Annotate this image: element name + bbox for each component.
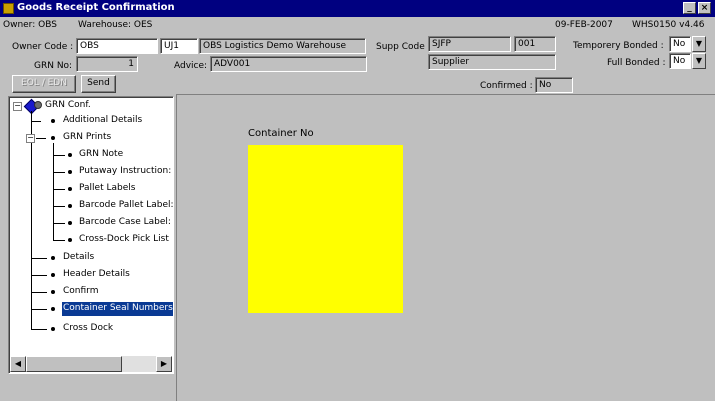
full-bonded-value: No	[669, 53, 691, 69]
supp-code-field: SJFP	[428, 36, 511, 52]
tree-item-pallet-labels[interactable]: Pallet Labels	[78, 182, 136, 196]
collapse-icon[interactable]: −	[26, 134, 35, 143]
supplier-field: Supplier	[428, 54, 556, 70]
temp-bonded-label: Temporery Bonded :	[573, 41, 664, 51]
date-info: 09-FEB-2007	[555, 20, 613, 30]
container-no-box[interactable]	[248, 145, 403, 313]
grn-no-field: 1	[76, 56, 138, 72]
full-bonded-label: Full Bonded :	[607, 58, 666, 68]
tree-item-putaway-instruction[interactable]: Putaway Instruction:	[78, 165, 172, 179]
info-bar: Owner: OBS Warehouse: OES 09-FEB-2007 WH…	[0, 17, 715, 34]
bullet-icon	[51, 307, 55, 311]
bullet-icon	[68, 204, 72, 208]
bullet-icon	[51, 327, 55, 331]
tree-branch	[53, 240, 65, 241]
advice-label: Advice:	[174, 61, 208, 71]
tree-branch	[31, 258, 47, 259]
tree-branch	[36, 138, 46, 139]
gear-icon	[34, 101, 42, 109]
tree-branch	[31, 329, 47, 330]
chevron-down-icon[interactable]: ▼	[692, 53, 706, 69]
content-panel: Container No	[176, 94, 715, 401]
confirmed-field: No	[535, 77, 573, 93]
tree-item-grn-prints[interactable]: GRN Prints	[62, 131, 112, 145]
bullet-icon	[51, 273, 55, 277]
tree-branch	[31, 309, 47, 310]
tree-branch	[53, 223, 65, 224]
chevron-down-icon[interactable]: ▼	[692, 36, 706, 52]
full-bonded-select[interactable]: No ▼	[669, 53, 707, 69]
bullet-icon	[51, 290, 55, 294]
window-title: Goods Receipt Confirmation	[17, 2, 175, 13]
title-bar: Goods Receipt Confirmation _ ×	[0, 0, 715, 17]
owner-info: Owner: OBS	[3, 20, 57, 30]
bullet-icon	[68, 221, 72, 225]
supp-code-label: Supp Code :	[376, 42, 431, 52]
tree-item-details[interactable]: Details	[62, 251, 95, 265]
send-button[interactable]: Send	[81, 75, 116, 93]
warehouse-code-field[interactable]: UJ1	[160, 38, 198, 54]
tree-branch	[31, 121, 41, 122]
bullet-icon	[51, 136, 55, 140]
scroll-left-icon[interactable]: ◀	[10, 356, 26, 372]
tree-branch	[53, 172, 65, 173]
bullet-icon	[68, 153, 72, 157]
grn-no-label: GRN No:	[34, 61, 73, 71]
tree-item-cross-dock[interactable]: Cross Dock	[62, 322, 114, 336]
collapse-icon[interactable]: −	[13, 102, 22, 111]
bullet-icon	[68, 238, 72, 242]
tree-branch	[53, 206, 65, 207]
container-no-label: Container No	[248, 128, 314, 139]
owner-code-field[interactable]: OBS	[76, 38, 158, 54]
tree-item-additional-details[interactable]: Additional Details	[62, 114, 143, 128]
warehouse-name-field: OBS Logistics Demo Warehouse	[199, 38, 366, 54]
tree-branch	[31, 292, 47, 293]
advice-field: ADV001	[210, 56, 367, 72]
tree-item-barcode-case-label[interactable]: Barcode Case Label:	[78, 216, 172, 230]
bullet-icon	[51, 256, 55, 260]
bullet-icon	[68, 187, 72, 191]
temp-bonded-select[interactable]: No ▼	[669, 36, 707, 52]
eol-edn-button[interactable]: EOL / EDN	[12, 75, 76, 93]
minimize-button[interactable]: _	[683, 2, 696, 14]
owner-code-label: Owner Code :	[12, 42, 74, 52]
app-icon	[3, 3, 14, 14]
tree-item-confirm[interactable]: Confirm	[62, 285, 99, 299]
version-info: WHS0150 v4.46	[632, 20, 705, 30]
tree-horizontal-scrollbar[interactable]: ◀ ▶	[10, 356, 172, 372]
close-button[interactable]: ×	[698, 2, 711, 14]
tree-item-header-details[interactable]: Header Details	[62, 268, 131, 282]
tree-item-cross-dock-pick-list[interactable]: Cross-Dock Pick List	[78, 233, 170, 247]
tree-item-grn-note[interactable]: GRN Note	[78, 148, 124, 162]
bullet-icon	[68, 170, 72, 174]
tree-branch	[53, 155, 65, 156]
tree-guide-line	[53, 143, 54, 240]
supp-code-2-field: 001	[514, 36, 556, 52]
tree-root-grn-conf[interactable]: GRN Conf.	[44, 99, 92, 113]
tree-guide-line	[31, 111, 32, 330]
scroll-right-icon[interactable]: ▶	[156, 356, 172, 372]
warehouse-info: Warehouse: OES	[78, 20, 153, 30]
navigation-tree: − GRN Conf. Additional Details − GRN Pri…	[8, 96, 174, 374]
scroll-thumb[interactable]	[26, 356, 122, 372]
temp-bonded-value: No	[669, 36, 691, 52]
tree-item-container-seal-numbers[interactable]: Container Seal Numbers	[62, 302, 173, 316]
bullet-icon	[51, 119, 55, 123]
tree-branch	[31, 275, 47, 276]
confirmed-label: Confirmed :	[480, 81, 533, 91]
tree-branch	[53, 189, 65, 190]
tree-item-barcode-pallet-label[interactable]: Barcode Pallet Label:	[78, 199, 173, 213]
